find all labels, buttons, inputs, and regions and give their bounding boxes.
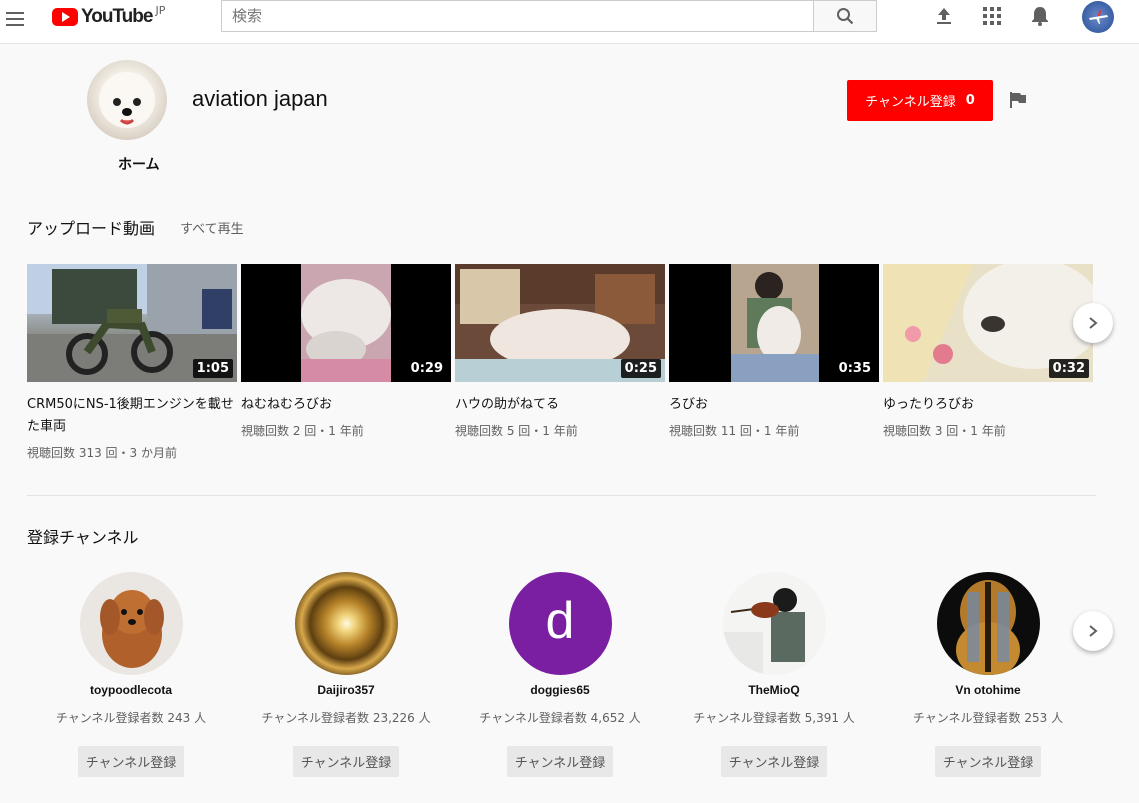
- video-duration: 1:05: [192, 359, 233, 378]
- video-duration: 0:32: [1048, 359, 1089, 378]
- search-input[interactable]: [221, 0, 813, 32]
- video-meta: 視聴回数 3 回・1 年前: [883, 424, 1006, 438]
- top-bar: YouTube JP: [0, 0, 1139, 44]
- channel-card-subscribe-button[interactable]: チャンネル登録: [934, 746, 1042, 777]
- poodle-avatar-image: [99, 72, 155, 128]
- video-thumbnail[interactable]: 0:35: [669, 264, 879, 382]
- video-meta: 視聴回数 313 回・3 か月前: [27, 446, 177, 460]
- notifications-button[interactable]: [1028, 4, 1052, 28]
- channel-card-name[interactable]: TheMioQ: [748, 683, 799, 697]
- channel-card-avatar[interactable]: [79, 572, 183, 675]
- channel-card-avatar[interactable]: [936, 572, 1040, 675]
- channel-card-avatar[interactable]: [722, 572, 826, 675]
- video-title[interactable]: CRM50にNS-1後期エンジンを載せた車両: [27, 394, 237, 438]
- video-meta: 視聴回数 2 回・1 年前: [241, 424, 364, 438]
- channel-card: Daijiro357 チャンネル登録者数 23,226 人 チャンネル登録: [239, 572, 453, 777]
- video-thumbnail[interactable]: 1:05: [27, 264, 237, 382]
- channel-card-subs: チャンネル登録者数 23,226 人: [261, 711, 431, 725]
- channel-card-subscribe-button[interactable]: チャンネル登録: [77, 746, 185, 777]
- bell-icon: [1032, 7, 1048, 26]
- section-divider: [27, 495, 1096, 496]
- channel-card-name[interactable]: toypoodlecota: [90, 683, 172, 697]
- video-meta: 視聴回数 11 回・1 年前: [669, 424, 800, 438]
- chevron-right-icon: [1089, 625, 1098, 637]
- channel-initial: d: [545, 591, 575, 650]
- play-all-link[interactable]: すべて再生: [180, 218, 244, 237]
- channel-card: Vn otohime チャンネル登録者数 253 人 チャンネル登録: [881, 572, 1095, 777]
- upload-icon: [937, 8, 951, 24]
- subscriptions-heading: 登録チャンネル: [27, 528, 139, 547]
- video-item[interactable]: 0:25 ハウの助がねてる 視聴回数 5 回・1 年前: [455, 264, 665, 439]
- toy-poodle-avatar-image: [99, 590, 164, 668]
- youtube-play-icon: [52, 8, 78, 26]
- channel-card-subscribe-button[interactable]: チャンネル登録: [292, 746, 400, 777]
- menu-icon[interactable]: [6, 8, 28, 30]
- channel-card: toypoodlecota チャンネル登録者数 243 人 チャンネル登録: [24, 572, 238, 777]
- youtube-logo[interactable]: YouTube JP: [52, 4, 166, 28]
- subscribe-label: チャンネル登録: [865, 95, 956, 110]
- channel-card-name[interactable]: doggies65: [530, 683, 589, 697]
- video-duration: 0:29: [406, 359, 447, 378]
- report-flag-button[interactable]: [1008, 90, 1028, 110]
- channel-card-subscribe-button[interactable]: チャンネル登録: [506, 746, 614, 777]
- uploads-heading: アップロード動画: [27, 219, 156, 238]
- video-thumbnail[interactable]: 0:29: [241, 264, 451, 382]
- channel-title: aviation japan: [192, 86, 328, 111]
- video-thumbnail[interactable]: 0:25: [455, 264, 665, 382]
- search-icon: [837, 8, 854, 25]
- channel-card-name[interactable]: Vn otohime: [955, 683, 1020, 697]
- channel-card: TheMioQ チャンネル登録者数 5,391 人 チャンネル登録: [667, 572, 881, 777]
- video-item[interactable]: 0:35 ろびお 視聴回数 11 回・1 年前: [669, 264, 879, 439]
- video-item[interactable]: 0:29 ねむねむろびお 視聴回数 2 回・1 年前: [241, 264, 451, 439]
- logo-text: YouTube: [81, 6, 153, 27]
- channel-card-name[interactable]: Daijiro357: [317, 683, 374, 697]
- video-thumbnail[interactable]: 0:32: [883, 264, 1093, 382]
- account-avatar[interactable]: [1082, 1, 1114, 33]
- search-button[interactable]: [813, 0, 877, 32]
- flag-icon: [1010, 92, 1026, 108]
- video-item[interactable]: 1:05 CRM50にNS-1後期エンジンを載せた車両 視聴回数 313 回・3…: [27, 264, 237, 461]
- uploads-next-button[interactable]: [1073, 303, 1113, 343]
- channel-card-avatar[interactable]: [294, 572, 398, 675]
- video-title[interactable]: ゆったりろびお: [883, 394, 1093, 416]
- logo-region: JP: [155, 4, 166, 17]
- video-title[interactable]: ハウの助がねてる: [455, 394, 665, 416]
- violinist-avatar-image: [722, 588, 805, 675]
- channel-card: d doggies65 チャンネル登録者数 4,652 人 チャンネル登録: [453, 572, 667, 777]
- tab-home[interactable]: ホーム: [118, 154, 160, 174]
- video-meta: 視聴回数 5 回・1 年前: [455, 424, 578, 438]
- apps-grid-icon: [983, 7, 1001, 25]
- video-duration: 0:35: [834, 359, 875, 378]
- apps-button[interactable]: [980, 4, 1004, 28]
- video-title[interactable]: ろびお: [669, 394, 879, 416]
- subscriber-count: 0: [965, 93, 975, 108]
- channel-card-subs: チャンネル登録者数 243 人: [55, 711, 207, 725]
- search-bar: [221, 0, 877, 32]
- video-duration: 0:25: [620, 359, 661, 378]
- channel-avatar: [87, 60, 167, 140]
- upload-button[interactable]: [932, 4, 956, 28]
- chevron-right-icon: [1089, 317, 1098, 329]
- channel-card-subs: チャンネル登録者数 253 人: [912, 711, 1064, 725]
- channels-next-button[interactable]: [1073, 611, 1113, 651]
- video-item[interactable]: 0:32 ゆったりろびお 視聴回数 3 回・1 年前: [883, 264, 1093, 439]
- violin-avatar-image: [955, 580, 1020, 675]
- video-title[interactable]: ねむねむろびお: [241, 394, 451, 416]
- airplane-icon: [1089, 10, 1108, 24]
- channel-card-subs: チャンネル登録者数 5,391 人: [693, 711, 855, 725]
- channel-card-subscribe-button[interactable]: チャンネル登録: [720, 746, 828, 777]
- subscribe-button[interactable]: チャンネル登録 0: [847, 80, 993, 121]
- channel-card-subs: チャンネル登録者数 4,652 人: [479, 711, 641, 725]
- channel-card-avatar[interactable]: d: [508, 572, 612, 675]
